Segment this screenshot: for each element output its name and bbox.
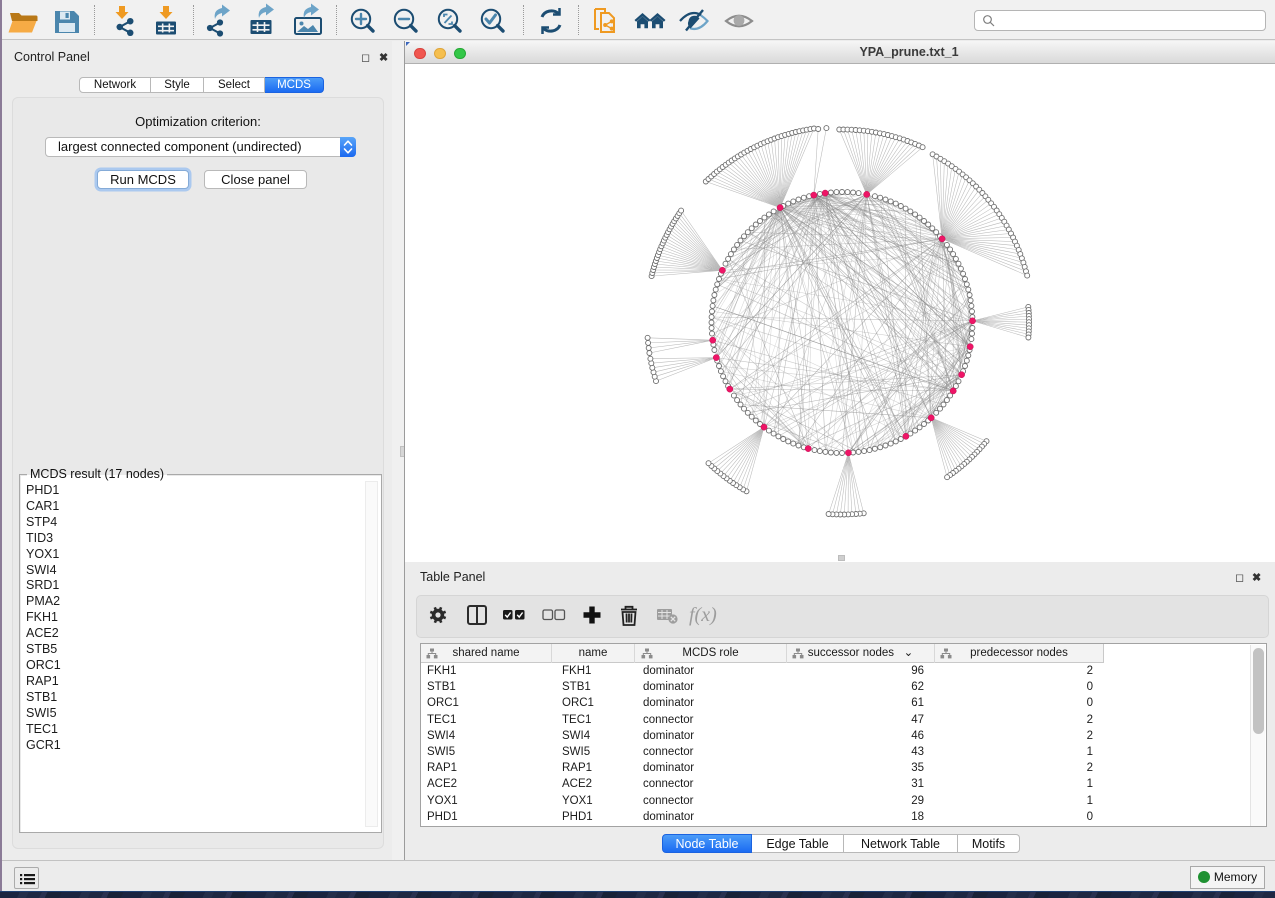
svg-text:f(x): f(x) (689, 604, 717, 626)
